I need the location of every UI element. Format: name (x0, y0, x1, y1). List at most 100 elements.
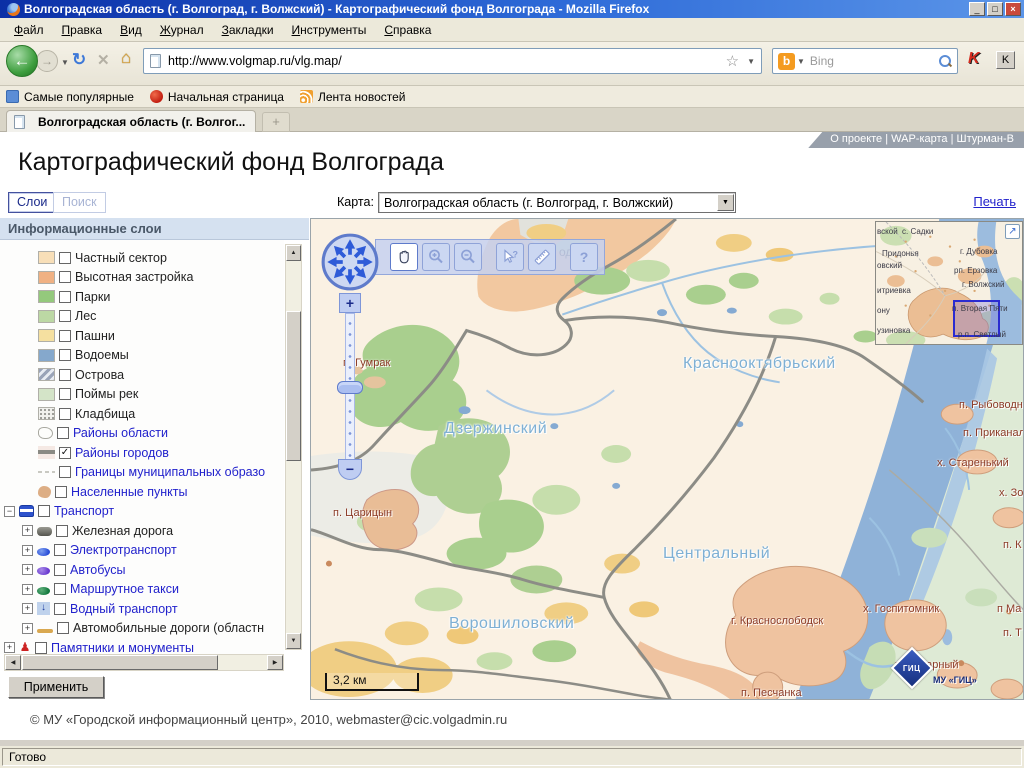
layer-row[interactable]: Населенные пункты (0, 482, 284, 502)
scroll-up-button[interactable]: ▲ (286, 245, 301, 261)
measure-tool-button[interactable] (528, 243, 556, 271)
layer-checkbox[interactable] (59, 310, 71, 322)
layer-row[interactable]: Пашни (0, 326, 284, 346)
layer-label[interactable]: Автобусы (70, 563, 125, 577)
search-engine-dropdown-icon[interactable]: ▼ (797, 57, 805, 66)
layer-checkbox[interactable] (59, 369, 71, 381)
menu-item[interactable]: Правка (54, 20, 111, 40)
layer-row[interactable]: Водоемы (0, 346, 284, 366)
help-tool-button[interactable]: ? (570, 243, 598, 271)
plus-box-icon[interactable]: + (4, 642, 15, 653)
tab-search[interactable]: Поиск (53, 192, 106, 213)
home-button[interactable]: ⌂ (121, 48, 131, 68)
zoom-in-button[interactable]: + (339, 293, 361, 313)
layer-checkbox[interactable] (55, 486, 67, 498)
plus-box-icon[interactable]: + (22, 525, 33, 536)
menu-item[interactable]: Вид (112, 20, 150, 40)
vertical-scroll-thumb[interactable] (286, 311, 301, 461)
zoom-slider-thumb[interactable] (337, 381, 363, 394)
layer-checkbox[interactable] (59, 252, 71, 264)
layer-row[interactable]: Острова (0, 365, 284, 385)
layer-row[interactable]: Парки (0, 287, 284, 307)
layer-checkbox[interactable] (38, 505, 50, 517)
search-input[interactable]: Bing (810, 54, 938, 68)
new-tab-button[interactable]: + (262, 112, 290, 132)
layer-row[interactable]: +Железная дорога (0, 521, 284, 541)
plus-box-icon[interactable]: + (22, 564, 33, 575)
minimap-expand-icon[interactable]: ↗ (1005, 224, 1020, 239)
layer-label[interactable]: Транспорт (54, 504, 114, 518)
url-text[interactable]: http://www.volgmap.ru/vlg.map/ (168, 54, 722, 68)
apply-button[interactable]: Применить (8, 676, 104, 698)
zoom-out-tool-button[interactable] (454, 243, 482, 271)
overview-minimap[interactable]: ↗ вскойс. СадкиПридоньяг. Дубовкаовскийр… (875, 221, 1023, 345)
minus-box-icon[interactable]: − (4, 506, 15, 517)
layer-checkbox[interactable] (35, 642, 47, 654)
layer-checkbox[interactable] (54, 544, 66, 556)
scroll-down-button[interactable]: ▼ (286, 633, 301, 649)
plus-box-icon[interactable]: + (22, 584, 33, 595)
bookmark-item[interactable]: Начальная страница (150, 90, 284, 104)
map-select[interactable]: Волгоградская область (г. Волгоград, г. … (378, 192, 736, 213)
layer-row[interactable]: + Маршрутное такси (0, 580, 284, 600)
identify-tool-button[interactable]: ? (496, 243, 524, 271)
layer-checkbox[interactable] (59, 466, 71, 478)
menu-item[interactable]: Журнал (152, 20, 212, 40)
layer-label[interactable]: Водный транспорт (70, 602, 178, 616)
layer-row[interactable]: Высотная застройка (0, 268, 284, 288)
layer-label[interactable]: Населенные пункты (71, 485, 187, 499)
header-links[interactable]: О проекте | WAP-карта | Штурман-В (808, 132, 1024, 148)
map-select-value[interactable]: Волгоградская область (г. Волгоград, г. … (379, 196, 717, 210)
layer-row[interactable]: Частный сектор (0, 248, 284, 268)
vertical-scrollbar[interactable]: ▲ ▼ (285, 244, 302, 650)
layer-label[interactable]: Маршрутное такси (70, 582, 179, 596)
zoom-in-tool-button[interactable] (422, 243, 450, 271)
layer-row[interactable]: + Электротранспорт (0, 541, 284, 561)
reload-button[interactable]: ↻ (72, 50, 86, 70)
layer-checkbox[interactable] (59, 388, 71, 400)
keyboard-layout-button[interactable]: K (996, 51, 1015, 69)
forward-button[interactable]: → (36, 50, 58, 72)
layer-label[interactable]: Районы области (73, 426, 168, 440)
menu-item[interactable]: Инструменты (284, 20, 375, 40)
bookmark-star-icon[interactable]: ☆ (726, 52, 739, 70)
url-dropdown-icon[interactable]: ▼ (747, 57, 755, 66)
close-button[interactable]: × (1005, 2, 1021, 16)
layer-checkbox[interactable] (54, 564, 66, 576)
layer-row[interactable]: +Водный транспорт (0, 599, 284, 619)
layer-checkbox[interactable] (59, 291, 71, 303)
plus-box-icon[interactable]: + (22, 545, 33, 556)
bing-icon[interactable]: b (778, 53, 795, 70)
layer-checkbox[interactable] (54, 583, 66, 595)
stop-button[interactable]: ✕ (97, 51, 110, 69)
select-arrow-icon[interactable]: ▼ (717, 194, 734, 211)
layer-checkbox[interactable] (57, 622, 69, 634)
menu-item[interactable]: Файл (6, 20, 52, 40)
layer-row[interactable]: Лес (0, 307, 284, 327)
search-bar[interactable]: b ▼ Bing (772, 48, 958, 74)
layer-row[interactable]: − Транспорт (0, 502, 284, 522)
layer-row[interactable]: Районы области (0, 424, 284, 444)
plus-box-icon[interactable]: + (22, 623, 33, 634)
layer-checkbox[interactable] (57, 427, 69, 439)
url-bar[interactable]: http://www.volgmap.ru/vlg.map/ ☆ ▼ (143, 48, 762, 74)
layer-checkbox[interactable] (59, 408, 71, 420)
tab-layers[interactable]: Слои (8, 192, 56, 213)
history-dropdown-icon[interactable]: ▼ (61, 58, 69, 67)
pan-tool-button[interactable] (390, 243, 418, 271)
kaspersky-icon[interactable]: K (968, 50, 980, 68)
layer-checkbox[interactable] (59, 349, 71, 361)
layer-row[interactable]: Поймы рек (0, 385, 284, 405)
layer-label[interactable]: Районы городов (75, 446, 169, 460)
pan-compass-icon[interactable] (319, 231, 381, 293)
layer-row[interactable]: Границы муниципальных образо (0, 463, 284, 483)
maximize-button[interactable]: □ (987, 2, 1003, 16)
horizontal-scrollbar[interactable]: ◀ ▶ (4, 654, 284, 671)
layer-checkbox[interactable] (59, 330, 71, 342)
layer-checkbox[interactable]: ✓ (59, 447, 71, 459)
layer-label[interactable]: Границы муниципальных образо (75, 465, 265, 479)
layer-checkbox[interactable] (56, 525, 68, 537)
horizontal-scroll-thumb[interactable] (22, 655, 218, 670)
layer-label[interactable]: Электротранспорт (70, 543, 177, 557)
layer-label[interactable]: Памятники и монументы (51, 641, 194, 654)
